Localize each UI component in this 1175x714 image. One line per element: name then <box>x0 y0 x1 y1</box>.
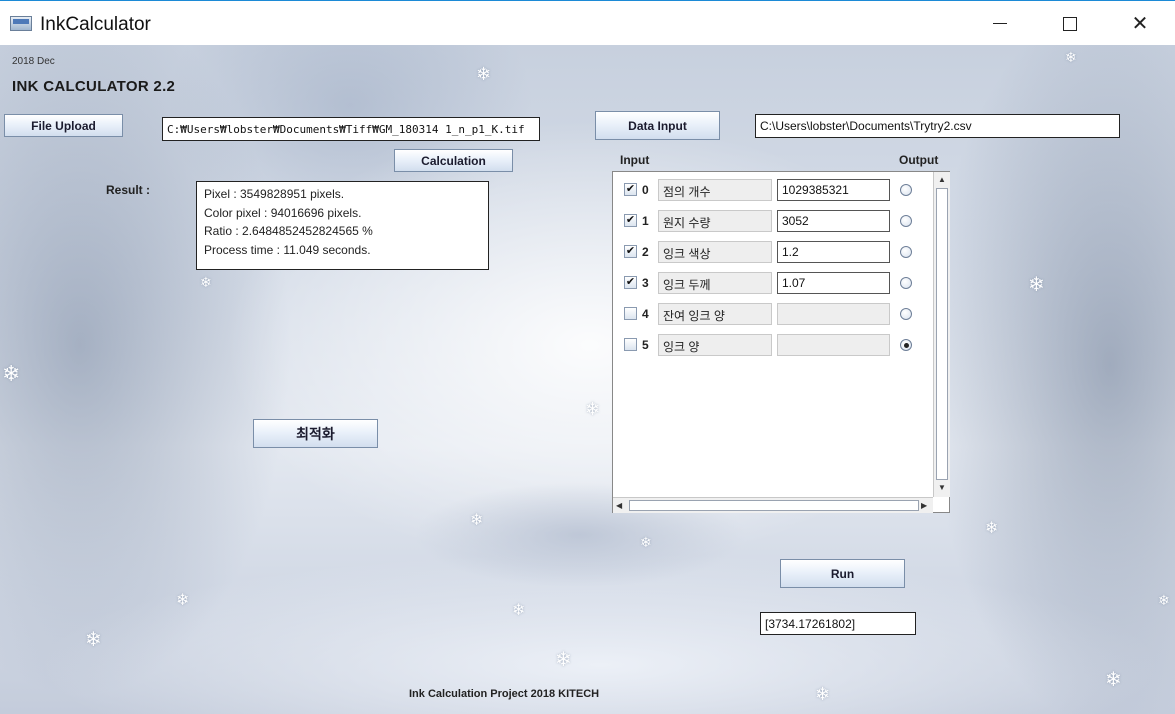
result-label: Result : <box>106 183 151 197</box>
data-input-button[interactable]: Data Input <box>595 111 720 140</box>
minimize-icon <box>993 23 1007 24</box>
variable-value-field[interactable] <box>777 303 890 325</box>
variable-name-field: 잉크 색상 <box>658 241 772 263</box>
variable-value-field[interactable]: 1.2 <box>777 241 890 263</box>
snowflake-decoration: ❄ <box>85 629 102 651</box>
variable-name-field: 잉크 양 <box>658 334 772 356</box>
result-ratio: Ratio : 2.6484852452824565 % <box>204 224 373 238</box>
result-process-time: Process time : 11.049 seconds. <box>204 242 371 257</box>
scroll-left-icon[interactable]: ◀ <box>616 502 622 510</box>
variable-value-field[interactable] <box>777 334 890 356</box>
variable-name-field: 잉크 두께 <box>658 272 772 294</box>
vertical-scroll-thumb[interactable] <box>936 188 948 480</box>
run-button[interactable]: Run <box>780 559 905 588</box>
output-radio[interactable] <box>900 184 912 196</box>
row-number: 5 <box>642 338 649 352</box>
table-row: ✔ 0 점의 개수 1029385321 <box>613 179 933 201</box>
file-path-field[interactable]: C:₩Users₩lobster₩Documents₩Tiff₩GM_18031… <box>162 117 540 141</box>
version-date: 2018 Dec <box>12 56 55 67</box>
table-row: ✔ 2 잉크 색상 1.2 <box>613 241 933 263</box>
snowflake-decoration: ❄ <box>1065 49 1077 65</box>
output-radio[interactable] <box>900 277 912 289</box>
input-checkbox[interactable]: ✔ <box>624 276 637 289</box>
snowflake-decoration: ❄ <box>1158 592 1170 608</box>
input-checkbox[interactable]: ✔ <box>624 183 637 196</box>
variable-value-field[interactable]: 3052 <box>777 210 890 232</box>
app-heading: INK CALCULATOR 2.2 <box>12 78 176 95</box>
input-checkbox[interactable]: ✔ <box>624 245 637 258</box>
output-radio-selected[interactable] <box>900 339 912 351</box>
snowflake-decoration: ❄ <box>815 684 831 704</box>
snowflake-decoration: ❄ <box>555 649 572 671</box>
horizontal-scroll-thumb[interactable] <box>629 500 919 511</box>
close-button[interactable]: ✕ <box>1105 1 1175 46</box>
output-radio[interactable] <box>900 308 912 320</box>
scroll-up-icon[interactable]: ▲ <box>938 176 946 184</box>
row-number: 3 <box>642 276 649 290</box>
snowflake-decoration: ❄ <box>585 399 601 419</box>
table-row: 4 잔여 잉크 양 <box>613 303 933 325</box>
variable-value-field[interactable]: 1.07 <box>777 272 890 294</box>
scroll-right-icon[interactable]: ▶ <box>921 502 927 510</box>
result-text-area[interactable]: Pixel : 3549828951 pixels. Color pixel :… <box>196 181 489 270</box>
table-row: ✔ 1 원지 수량 3052 <box>613 210 933 232</box>
row-number: 2 <box>642 245 649 259</box>
snowflake-decoration: ❄ <box>985 520 999 537</box>
minimize-button[interactable] <box>965 1 1035 46</box>
input-column-header: Input <box>620 153 650 167</box>
run-output-field[interactable]: [3734.17261802] <box>760 612 916 635</box>
snowflake-decoration: ❄ <box>2 361 21 386</box>
snowflake-decoration: ❄ <box>200 274 212 290</box>
window-title-bar: InkCalculator ✕ <box>0 0 1175 45</box>
input-checkbox[interactable] <box>624 338 637 351</box>
row-number: 1 <box>642 214 649 228</box>
calculation-button[interactable]: Calculation <box>394 149 513 172</box>
result-color-pixel: Color pixel : 94016696 pixels. <box>204 205 362 220</box>
table-row: ✔ 3 잉크 두께 1.07 <box>613 272 933 294</box>
result-pixel: Pixel : 3549828951 pixels. <box>204 187 345 201</box>
scroll-down-icon[interactable]: ▼ <box>938 484 946 492</box>
winter-background-image: ❄ ❄ ❄ ❄ ❄ ❄ ❄ ❄ ❄ ❄ ❄ ❄ ❄ ❄ ❄ ❄ <box>0 45 1175 714</box>
optimize-button[interactable]: 최적화 <box>253 419 378 448</box>
snowflake-decoration: ❄ <box>176 592 190 609</box>
output-column-header: Output <box>899 153 939 167</box>
snowflake-decoration: ❄ <box>512 602 526 619</box>
row-number: 4 <box>642 307 649 321</box>
snowflake-decoration: ❄ <box>470 512 484 529</box>
variable-name-field: 잔여 잉크 양 <box>658 303 772 325</box>
maximize-icon <box>1063 16 1077 31</box>
input-checkbox[interactable] <box>624 307 637 320</box>
file-upload-button[interactable]: File Upload <box>4 114 123 137</box>
variable-value-field[interactable]: 1029385321 <box>777 179 890 201</box>
maximize-button[interactable] <box>1035 1 1105 46</box>
app-icon <box>10 16 32 31</box>
output-radio[interactable] <box>900 215 912 227</box>
variable-table-panel: ✔ 0 점의 개수 1029385321 ✔ 1 원지 수량 3052 ✔ 2 … <box>612 171 950 513</box>
window-title: InkCalculator <box>40 14 151 35</box>
variable-name-field: 점의 개수 <box>658 179 772 201</box>
snowflake-decoration: ❄ <box>1028 274 1045 296</box>
vertical-scrollbar[interactable]: ▲ ▼ <box>933 172 950 497</box>
output-radio[interactable] <box>900 246 912 258</box>
horizontal-scrollbar[interactable]: ◀ ▶ <box>613 497 933 513</box>
input-checkbox[interactable]: ✔ <box>624 214 637 227</box>
row-number: 0 <box>642 183 649 197</box>
close-icon: ✕ <box>1131 13 1149 35</box>
snowflake-decoration: ❄ <box>1105 669 1122 691</box>
data-path-field[interactable]: C:\Users\lobster\Documents\Trytry2.csv <box>755 114 1120 138</box>
footer-credit: Ink Calculation Project 2018 KITECH <box>409 688 600 700</box>
variable-name-field: 원지 수량 <box>658 210 772 232</box>
snowflake-decoration: ❄ <box>640 534 652 550</box>
snowflake-decoration: ❄ <box>476 64 492 84</box>
table-row: 5 잉크 양 <box>613 334 933 356</box>
